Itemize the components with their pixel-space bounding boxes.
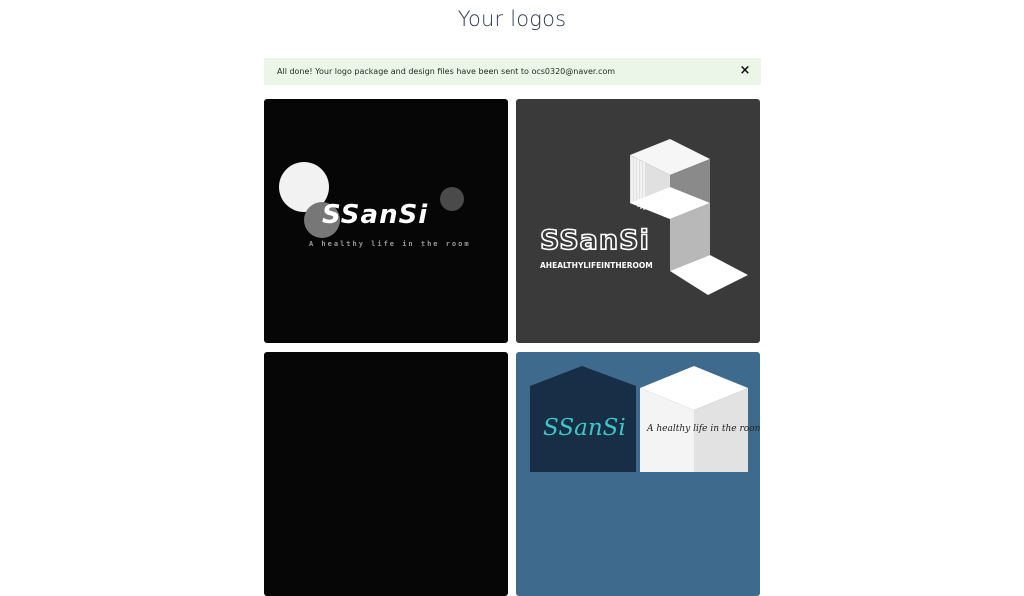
logo-2-tagline: AHEALTHYLIFEINTHEROOM (540, 261, 653, 270)
logo-4-tagline: A healthy life in the room (646, 424, 760, 434)
logo-3-background (264, 352, 508, 596)
logo-1-tagline: A healthy life in the room (309, 240, 471, 248)
logo-card-1[interactable]: SSanSi A healthy life in the room (264, 99, 508, 343)
logo-4-artwork: SSanSi A healthy life in the room (516, 352, 760, 596)
logo-card-3[interactable] (264, 352, 508, 596)
logo-card-2[interactable]: SSanSi AHEALTHYLIFEINTHEROOM (516, 99, 760, 343)
logo-2-artwork: SSanSi AHEALTHYLIFEINTHEROOM (516, 99, 760, 343)
logo-card-4[interactable]: SSanSi A healthy life in the room (516, 352, 760, 596)
logo-2-background (516, 99, 760, 343)
close-icon[interactable]: × (738, 62, 752, 80)
logo-2-brand: SSanSi (540, 225, 650, 256)
logo-1-circle-small (440, 187, 464, 211)
logo-1-artwork: SSanSi A healthy life in the room (264, 99, 508, 343)
success-alert: All done! Your logo package and design f… (264, 58, 761, 85)
page-title: Your logos (457, 7, 567, 31)
logo-3-artwork (264, 352, 508, 596)
logo-4-brand: SSanSi (543, 415, 626, 441)
logo-1-brand: SSanSi (322, 200, 428, 230)
alert-message: All done! Your logo package and design f… (277, 67, 616, 76)
